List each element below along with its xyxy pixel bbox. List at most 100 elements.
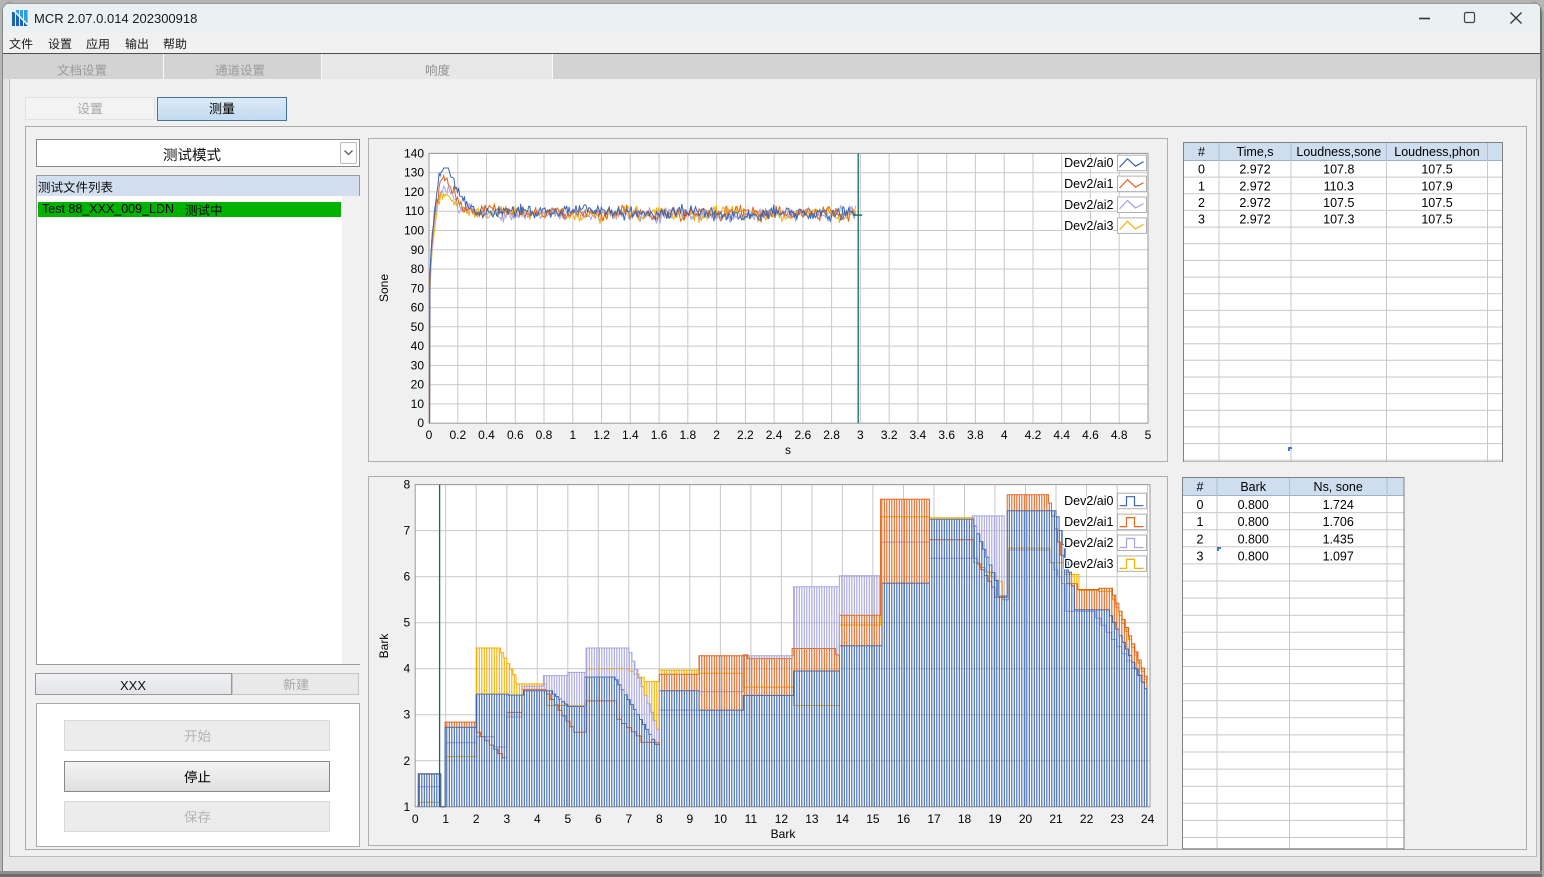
svg-text:11: 11 bbox=[745, 812, 758, 826]
svg-text:2: 2 bbox=[404, 754, 411, 768]
svg-text:1: 1 bbox=[442, 812, 449, 826]
svg-text:16: 16 bbox=[897, 812, 911, 826]
svg-text:9: 9 bbox=[686, 812, 693, 826]
svg-text:0.800: 0.800 bbox=[1238, 550, 1269, 564]
svg-text:0: 0 bbox=[417, 416, 424, 430]
svg-text:3.2: 3.2 bbox=[881, 428, 898, 442]
svg-text:7: 7 bbox=[625, 812, 632, 826]
svg-text:3.4: 3.4 bbox=[910, 428, 927, 442]
svg-text:21: 21 bbox=[1049, 812, 1063, 826]
svg-text:3: 3 bbox=[503, 812, 510, 826]
svg-text:Dev2/ai1: Dev2/ai1 bbox=[1064, 177, 1113, 191]
svg-text:20: 20 bbox=[1019, 812, 1033, 826]
svg-text:Bark: Bark bbox=[771, 827, 797, 841]
svg-text:Dev2/ai0: Dev2/ai0 bbox=[1064, 156, 1113, 170]
svg-text:#: # bbox=[1198, 145, 1205, 159]
svg-text:15: 15 bbox=[866, 812, 880, 826]
svg-text:2.6: 2.6 bbox=[795, 428, 812, 442]
svg-text:3: 3 bbox=[1198, 212, 1205, 226]
svg-text:60: 60 bbox=[411, 301, 425, 315]
svg-text:Ns, sone: Ns, sone bbox=[1314, 480, 1363, 494]
svg-text:107.5: 107.5 bbox=[1323, 195, 1354, 209]
svg-text:3: 3 bbox=[857, 428, 864, 442]
svg-text:0.800: 0.800 bbox=[1238, 516, 1269, 530]
svg-text:0: 0 bbox=[1197, 498, 1204, 512]
svg-text:2.972: 2.972 bbox=[1239, 179, 1270, 193]
svg-text:6: 6 bbox=[404, 570, 411, 584]
svg-text:110: 110 bbox=[405, 204, 424, 218]
svg-text:Bark: Bark bbox=[377, 633, 391, 659]
svg-text:4.2: 4.2 bbox=[1025, 428, 1042, 442]
svg-text:5: 5 bbox=[404, 616, 411, 630]
svg-text:17: 17 bbox=[927, 812, 941, 826]
svg-text:2.8: 2.8 bbox=[823, 428, 840, 442]
svg-text:1.706: 1.706 bbox=[1323, 516, 1354, 530]
svg-text:Dev2/ai0: Dev2/ai0 bbox=[1064, 495, 1113, 509]
svg-text:4.4: 4.4 bbox=[1053, 428, 1070, 442]
svg-text:0: 0 bbox=[412, 812, 419, 826]
svg-text:0.8: 0.8 bbox=[536, 428, 553, 442]
svg-text:107.5: 107.5 bbox=[1421, 212, 1452, 226]
svg-text:s: s bbox=[785, 443, 791, 457]
svg-text:4: 4 bbox=[404, 662, 411, 676]
svg-text:Dev2/ai3: Dev2/ai3 bbox=[1064, 557, 1113, 571]
svg-text:Dev2/ai2: Dev2/ai2 bbox=[1064, 536, 1113, 550]
svg-text:Loudness,phon: Loudness,phon bbox=[1394, 145, 1480, 159]
svg-text:0.4: 0.4 bbox=[478, 428, 495, 442]
svg-text:Dev2/ai3: Dev2/ai3 bbox=[1064, 219, 1113, 233]
svg-text:4: 4 bbox=[534, 812, 541, 826]
svg-text:50: 50 bbox=[411, 320, 425, 334]
svg-text:10: 10 bbox=[411, 397, 425, 411]
svg-text:70: 70 bbox=[411, 281, 425, 295]
svg-text:Dev2/ai2: Dev2/ai2 bbox=[1064, 198, 1113, 212]
svg-text:40: 40 bbox=[411, 339, 425, 353]
svg-text:1.097: 1.097 bbox=[1323, 550, 1354, 564]
svg-text:30: 30 bbox=[411, 358, 425, 372]
svg-text:110.3: 110.3 bbox=[1324, 179, 1354, 193]
svg-text:3: 3 bbox=[1197, 550, 1204, 564]
svg-text:4.6: 4.6 bbox=[1082, 428, 1099, 442]
svg-text:13: 13 bbox=[805, 812, 819, 826]
svg-text:2.2: 2.2 bbox=[737, 428, 754, 442]
svg-text:Time,s: Time,s bbox=[1236, 145, 1273, 159]
svg-text:12: 12 bbox=[775, 812, 789, 826]
svg-text:4: 4 bbox=[1001, 428, 1008, 442]
svg-text:130: 130 bbox=[404, 166, 424, 180]
svg-text:0.800: 0.800 bbox=[1238, 533, 1269, 547]
svg-text:2.972: 2.972 bbox=[1239, 162, 1270, 176]
svg-text:1.6: 1.6 bbox=[651, 428, 668, 442]
svg-text:1.8: 1.8 bbox=[679, 428, 696, 442]
svg-text:18: 18 bbox=[958, 812, 972, 826]
svg-text:140: 140 bbox=[404, 146, 424, 160]
svg-text:3: 3 bbox=[404, 708, 411, 722]
svg-text:5: 5 bbox=[564, 812, 571, 826]
svg-text:1: 1 bbox=[1198, 179, 1205, 193]
svg-text:2: 2 bbox=[713, 428, 720, 442]
svg-text:1.435: 1.435 bbox=[1323, 533, 1354, 547]
svg-text:7: 7 bbox=[404, 524, 411, 538]
svg-text:1: 1 bbox=[1197, 516, 1204, 530]
svg-text:2: 2 bbox=[1197, 533, 1204, 547]
svg-text:1.724: 1.724 bbox=[1323, 498, 1354, 512]
svg-text:#: # bbox=[1197, 480, 1204, 494]
svg-text:24: 24 bbox=[1141, 812, 1155, 826]
svg-text:1.4: 1.4 bbox=[622, 428, 639, 442]
svg-text:80: 80 bbox=[411, 262, 425, 276]
svg-text:2: 2 bbox=[473, 812, 480, 826]
svg-text:100: 100 bbox=[404, 224, 424, 238]
svg-text:3.8: 3.8 bbox=[967, 428, 984, 442]
svg-text:6: 6 bbox=[595, 812, 602, 826]
svg-text:4.8: 4.8 bbox=[1111, 428, 1128, 442]
svg-text:107.8: 107.8 bbox=[1323, 162, 1354, 176]
svg-text:0: 0 bbox=[1198, 162, 1205, 176]
svg-text:20: 20 bbox=[411, 378, 425, 392]
svg-text:0: 0 bbox=[426, 428, 433, 442]
svg-text:2.4: 2.4 bbox=[766, 428, 783, 442]
svg-text:107.5: 107.5 bbox=[1421, 195, 1452, 209]
svg-text:2.972: 2.972 bbox=[1239, 195, 1270, 209]
svg-text:19: 19 bbox=[988, 812, 1002, 826]
svg-text:1.2: 1.2 bbox=[593, 428, 610, 442]
svg-text:107.5: 107.5 bbox=[1421, 162, 1452, 176]
svg-text:14: 14 bbox=[836, 812, 850, 826]
svg-text:23: 23 bbox=[1110, 812, 1124, 826]
